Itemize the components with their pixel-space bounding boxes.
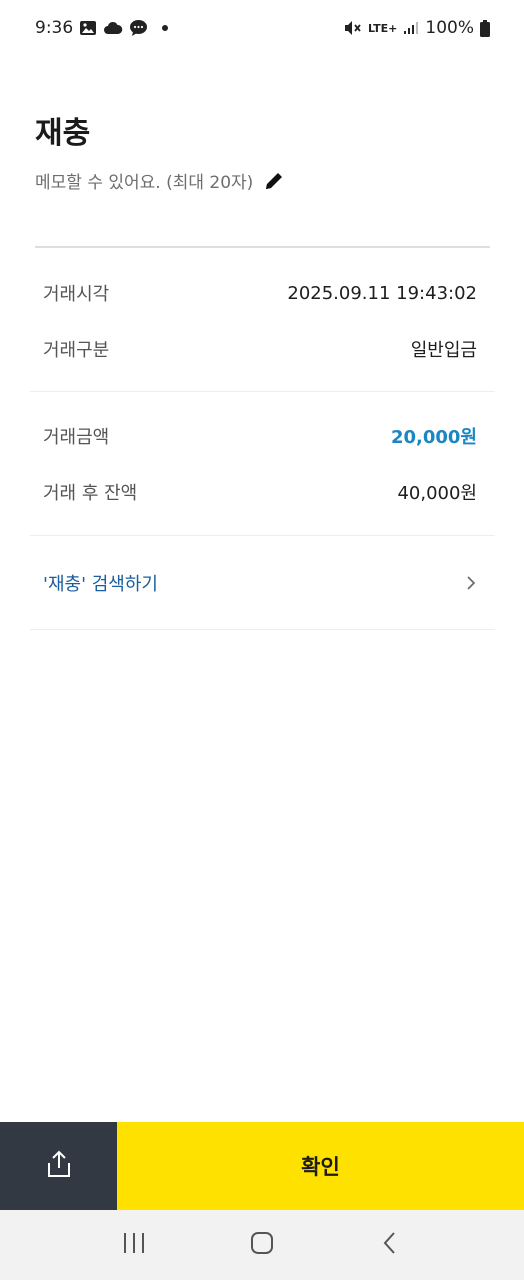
transaction-type-label: 거래구분 [43, 340, 110, 361]
notification-dot-icon [162, 25, 169, 31]
back-button[interactable] [360, 1220, 420, 1270]
network-type: LTE+ [367, 21, 398, 35]
home-button[interactable] [232, 1220, 292, 1270]
search-keyword-label[interactable]: '재충' 검색하기 [43, 570, 158, 596]
row-balance-after: 거래 후 잔액 40,000원 [43, 477, 477, 507]
confirm-button[interactable]: 확인 [117, 1122, 524, 1210]
transaction-amount-value: 20,000원 [390, 427, 477, 448]
back-icon [381, 1230, 399, 1260]
status-bar: 9:36 LTE+ 100% [0, 0, 524, 56]
status-left: 9:36 [35, 18, 169, 38]
battery-icon [480, 19, 490, 37]
chevron-right-icon[interactable] [465, 575, 477, 591]
page-title: 재충 [35, 116, 91, 151]
transaction-amount-label: 거래금액 [43, 427, 110, 448]
home-icon [249, 1230, 275, 1260]
battery-level: 100% [425, 18, 474, 38]
search-keyword-link[interactable]: '재충' 검색하기 [43, 566, 477, 600]
memo-placeholder[interactable]: 메모할 수 있어요. (최대 20자) [35, 168, 253, 193]
row-transaction-time: 거래시각 2025.09.11 19:43:02 [43, 278, 477, 308]
row-transaction-type: 거래구분 일반입금 [43, 334, 477, 364]
recent-apps-button[interactable] [104, 1220, 164, 1270]
share-icon [45, 1149, 73, 1183]
transaction-time-label: 거래시각 [43, 284, 110, 305]
status-right: LTE+ 100% [344, 18, 490, 38]
section-divider [30, 629, 495, 630]
recent-apps-icon [121, 1231, 147, 1259]
gallery-icon [79, 20, 97, 36]
section-divider [30, 535, 495, 536]
signal-icon [403, 21, 419, 35]
share-button[interactable] [0, 1122, 117, 1210]
pencil-icon[interactable] [263, 170, 285, 192]
bottom-action-bar: 확인 [0, 1122, 524, 1210]
mute-icon [344, 20, 362, 36]
header-divider [35, 246, 490, 248]
section-divider [30, 391, 495, 392]
balance-after-label: 거래 후 잔액 [43, 483, 138, 504]
chat-bubble-icon [129, 19, 148, 37]
transaction-time-value: 2025.09.11 19:43:02 [287, 282, 477, 304]
row-transaction-amount: 거래금액 20,000원 [43, 421, 477, 451]
transaction-type-value: 일반입금 [410, 340, 477, 361]
cloud-icon [103, 21, 123, 35]
balance-after-value: 40,000원 [397, 483, 477, 504]
memo-row[interactable]: 메모할 수 있어요. (최대 20자) [35, 168, 285, 193]
system-nav-bar [0, 1210, 524, 1280]
status-time: 9:36 [35, 18, 74, 38]
